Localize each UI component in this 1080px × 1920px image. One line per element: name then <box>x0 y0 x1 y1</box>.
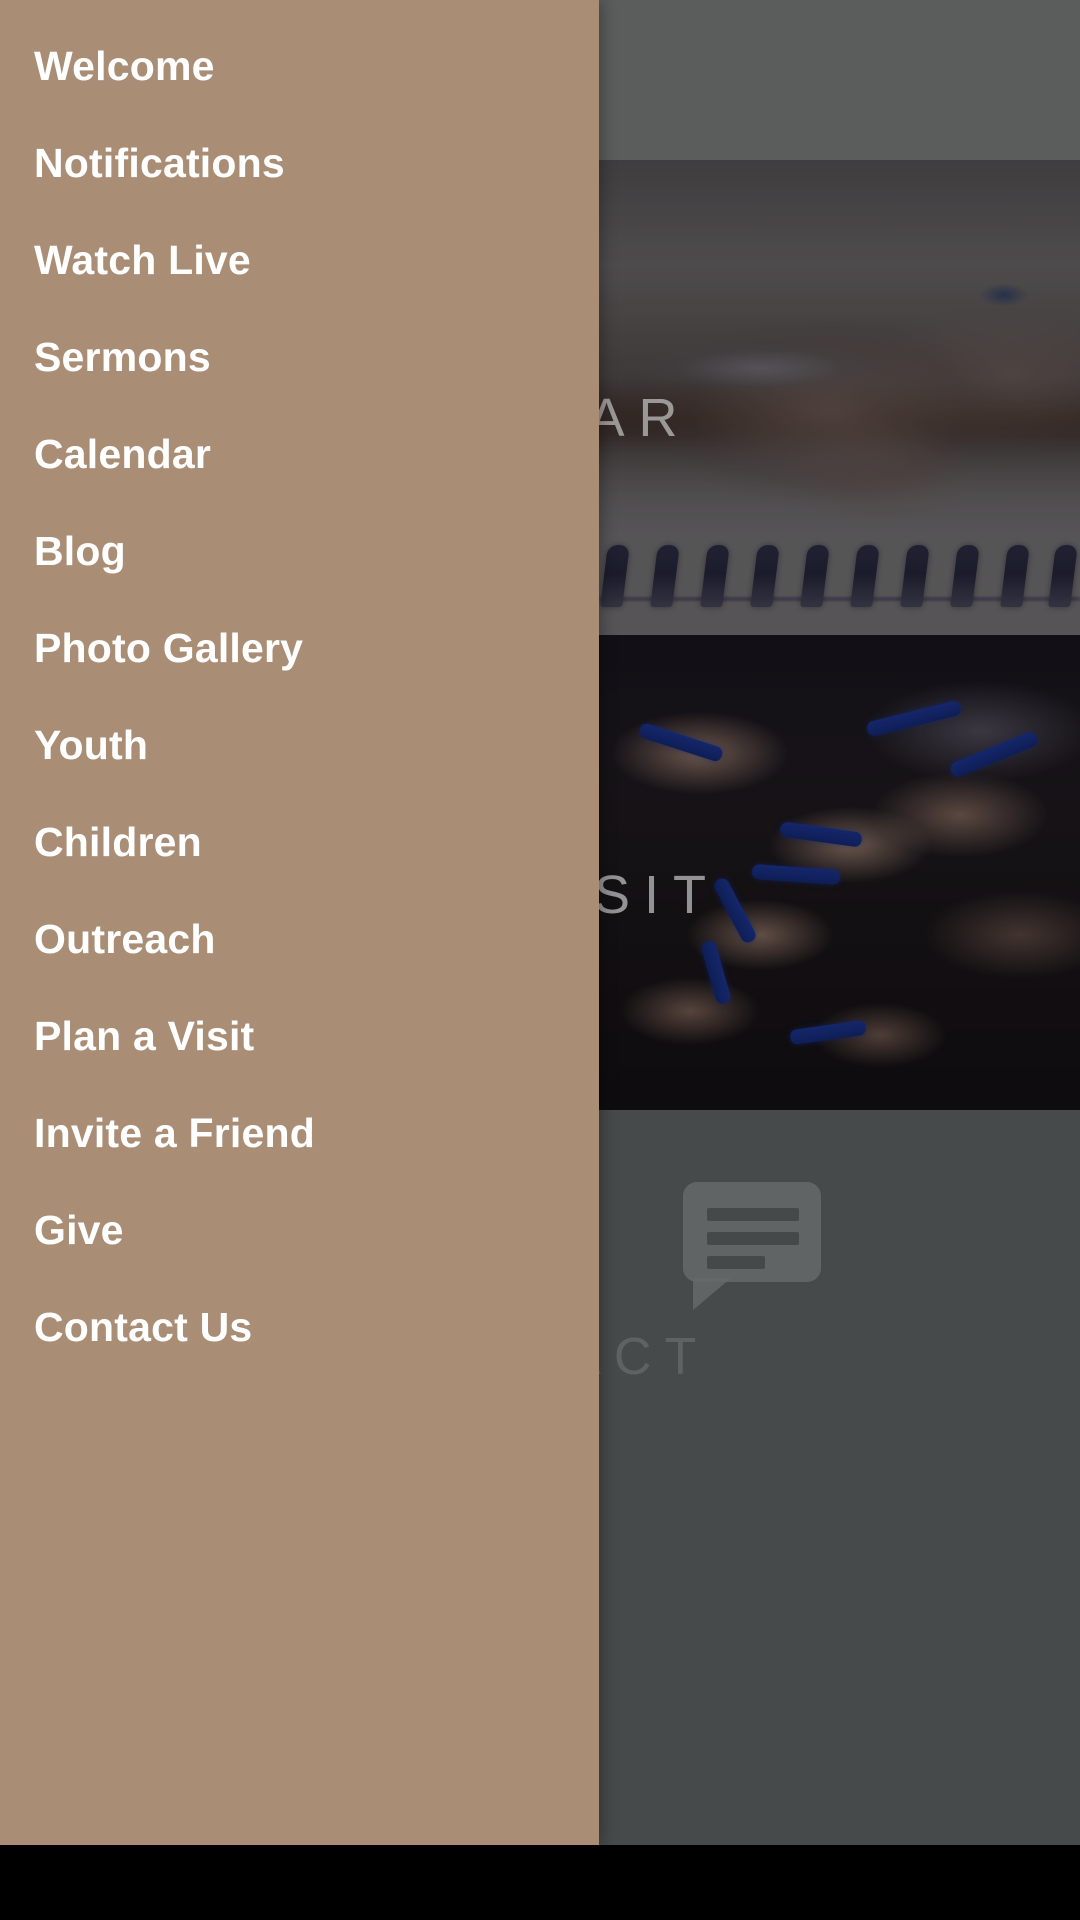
chat-bubble-tail <box>693 1278 731 1310</box>
drawer-item-blog[interactable]: Blog <box>0 503 599 600</box>
drawer-menu-list: Welcome Notifications Watch Live Sermons Cal… <box>0 0 599 1376</box>
app-screen: LENDAR N A VISIT <box>0 0 1080 1920</box>
drawer-item-notifications[interactable]: Notifications <box>0 115 599 212</box>
chat-bubble-line-3 <box>707 1256 765 1269</box>
navigation-drawer: Welcome Notifications Watch Live Sermons Cal… <box>0 0 599 1845</box>
chat-bubble-line-1 <box>707 1208 799 1221</box>
system-navigation-bar <box>0 1845 1080 1920</box>
drawer-item-youth[interactable]: Youth <box>0 697 599 794</box>
chat-bubble-line-2 <box>707 1232 799 1245</box>
drawer-item-watch-live[interactable]: Watch Live <box>0 212 599 309</box>
drawer-item-calendar[interactable]: Calendar <box>0 406 599 503</box>
drawer-item-welcome[interactable]: Welcome <box>0 18 599 115</box>
drawer-item-outreach[interactable]: Outreach <box>0 891 599 988</box>
drawer-item-photo-gallery[interactable]: Photo Gallery <box>0 600 599 697</box>
drawer-item-invite-a-friend[interactable]: Invite a Friend <box>0 1085 599 1182</box>
drawer-item-sermons[interactable]: Sermons <box>0 309 599 406</box>
drawer-item-children[interactable]: Children <box>0 794 599 891</box>
chat-bubble-icon <box>683 1182 821 1310</box>
drawer-item-give[interactable]: Give <box>0 1182 599 1279</box>
drawer-item-plan-a-visit[interactable]: Plan a Visit <box>0 988 599 1085</box>
drawer-item-contact-us[interactable]: Contact Us <box>0 1279 599 1376</box>
